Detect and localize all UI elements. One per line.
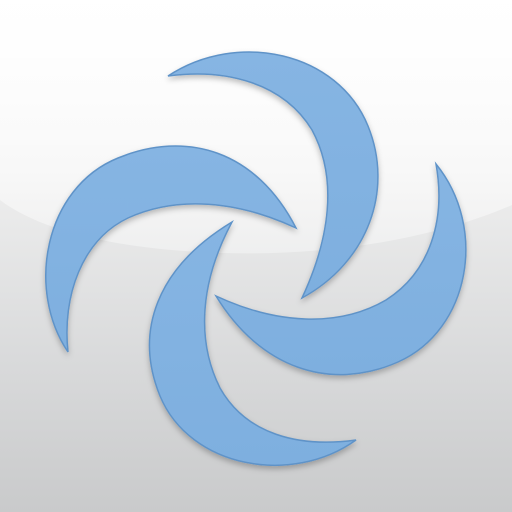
swirl-blades [45,51,467,466]
pinwheel-swirl-icon [45,51,467,466]
app-icon [0,0,512,512]
